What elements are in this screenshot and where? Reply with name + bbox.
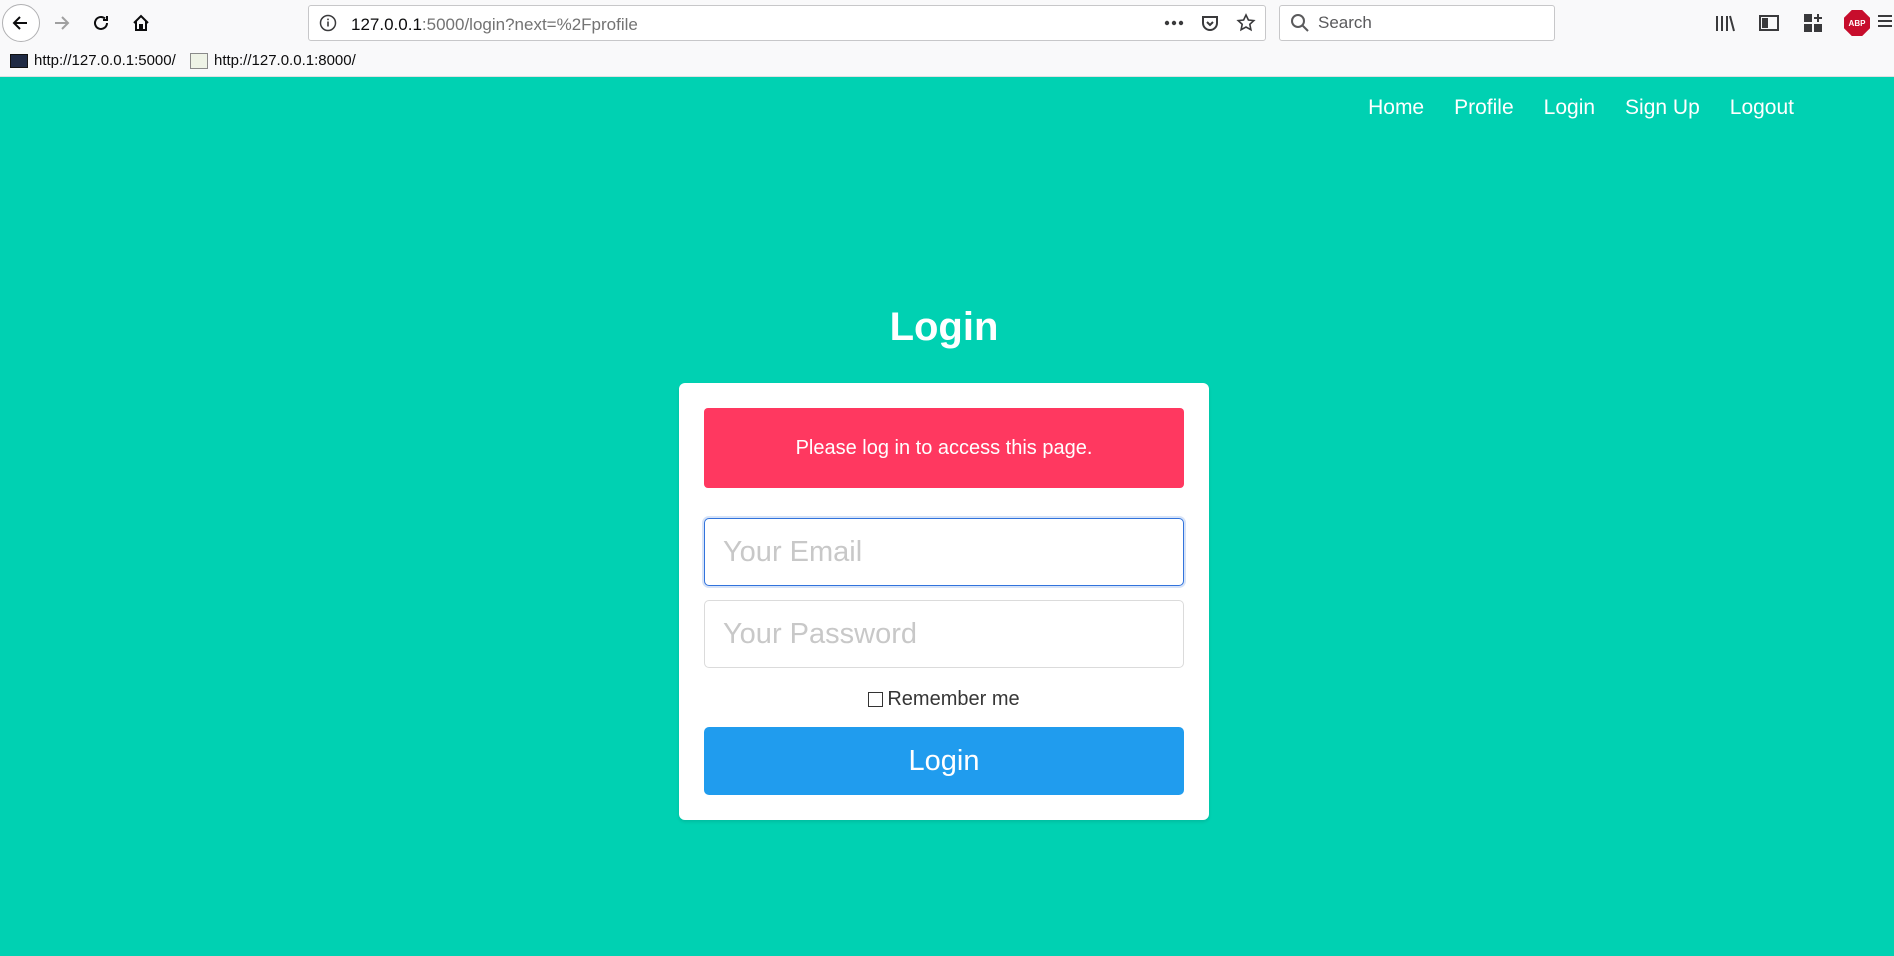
sidebar-icon[interactable]	[1756, 10, 1782, 36]
terminal-icon	[10, 53, 28, 68]
page-title: Login	[889, 305, 999, 349]
arrow-right-icon	[55, 16, 70, 30]
forward-button[interactable]	[44, 6, 78, 40]
pocket-icon[interactable]	[1199, 12, 1221, 34]
bookmark-label: http://127.0.0.1:5000/	[34, 52, 176, 69]
page-icon	[190, 52, 208, 69]
back-button[interactable]	[2, 4, 40, 42]
remember-me[interactable]: Remember me	[704, 688, 1184, 711]
extension-icon[interactable]	[1800, 10, 1826, 36]
page-actions-icon[interactable]	[1163, 12, 1185, 34]
bookmark-label: http://127.0.0.1:8000/	[214, 52, 356, 69]
adblock-label: ABP	[1844, 10, 1870, 36]
error-notification: Please log in to access this page.	[704, 408, 1184, 488]
email-field[interactable]	[704, 518, 1184, 586]
bookmark-star-icon[interactable]	[1235, 12, 1257, 34]
remember-label: Remember me	[887, 688, 1020, 710]
url-host: 127.0.0.1	[351, 15, 422, 34]
hamburger-menu-icon[interactable]	[1876, 12, 1894, 35]
nav-home[interactable]: Home	[1368, 96, 1424, 120]
password-field[interactable]	[704, 600, 1184, 668]
home-button[interactable]	[124, 6, 158, 40]
nav-signup[interactable]: Sign Up	[1625, 96, 1700, 120]
reload-icon	[94, 15, 108, 30]
search-input[interactable]	[1318, 6, 1546, 40]
url-bar[interactable]: 127.0.0.1:5000/login?next=%2Fprofile	[308, 5, 1266, 41]
search-bar[interactable]	[1279, 5, 1555, 41]
library-icon[interactable]	[1712, 10, 1738, 36]
nav-profile[interactable]: Profile	[1454, 96, 1514, 120]
search-icon	[1290, 13, 1310, 38]
reload-button[interactable]	[84, 6, 118, 40]
nav-login[interactable]: Login	[1544, 96, 1595, 120]
info-icon[interactable]	[319, 14, 337, 37]
url-path: :5000/login?next=%2Fprofile	[421, 15, 638, 34]
login-button[interactable]: Login	[704, 727, 1184, 795]
adblock-icon[interactable]: ABP	[1844, 10, 1870, 36]
home-icon	[133, 14, 149, 31]
site-navbar: Home Profile Login Sign Up Logout	[1368, 96, 1794, 120]
arrow-left-icon	[12, 16, 27, 30]
login-card: Please log in to access this page. Remem…	[679, 383, 1209, 820]
nav-logout[interactable]: Logout	[1730, 96, 1794, 120]
bookmark-item[interactable]: http://127.0.0.1:8000/	[190, 52, 356, 69]
bookmarks-bar: http://127.0.0.1:5000/ http://127.0.0.1:…	[0, 48, 1894, 77]
url-text[interactable]: 127.0.0.1:5000/login?next=%2Fprofile	[351, 15, 638, 35]
remember-checkbox[interactable]	[868, 692, 884, 707]
browser-toolbar: 127.0.0.1:5000/login?next=%2Fprofile Sea…	[0, 0, 1894, 48]
bookmark-item[interactable]: http://127.0.0.1:5000/	[10, 52, 176, 69]
